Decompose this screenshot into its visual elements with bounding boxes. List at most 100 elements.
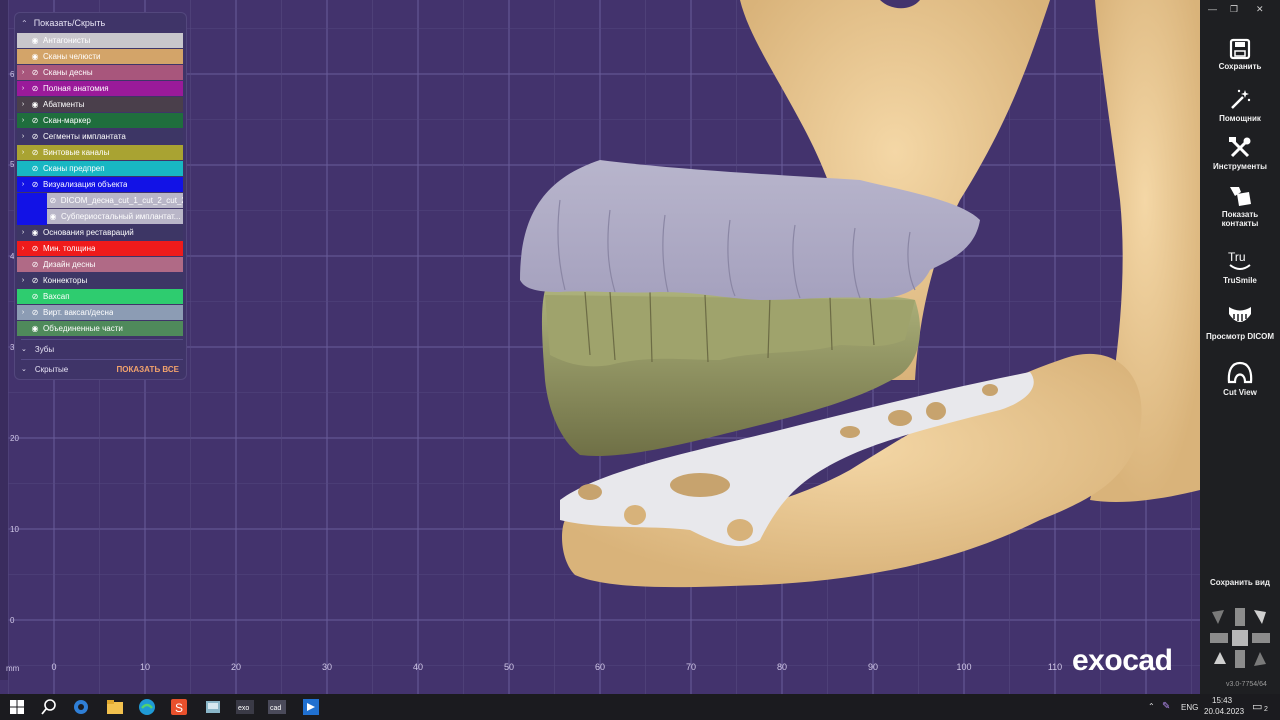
notifications-icon[interactable]: ▭ [1252, 700, 1262, 713]
expand-arrow-icon[interactable]: › [17, 117, 29, 124]
layer-row[interactable]: › ⊘ Мин. толщина [17, 241, 183, 256]
eye-hidden-icon[interactable]: ⊘ [29, 148, 41, 157]
eye-icon[interactable]: ◉ [29, 100, 41, 109]
search-icon[interactable] [40, 698, 58, 716]
layer-row[interactable]: › ⊘ Полная анатомия [17, 81, 183, 96]
y-tick: 10 [10, 525, 19, 534]
layer-label: Абатменты [43, 100, 85, 109]
trusmile-icon: Tru [1228, 250, 1251, 270]
expand-arrow-icon[interactable]: › [17, 101, 29, 108]
expand-arrow-icon[interactable]: › [17, 245, 29, 252]
expand-arrow-icon[interactable]: › [17, 85, 29, 92]
layer-row[interactable]: › ⊘ Сканы десны [17, 65, 183, 80]
panel-header[interactable]: ⌃ Показать/Скрыть [15, 13, 186, 33]
magic-wand-icon [1231, 89, 1251, 109]
eye-hidden-icon[interactable]: ⊘ [29, 84, 41, 93]
dicom-viewer-button[interactable]: Просмотр DICOM [1200, 304, 1280, 341]
expand-arrow-icon[interactable]: › [17, 181, 29, 188]
layer-label: Коннекторы [43, 276, 88, 285]
clock-date[interactable]: 20.04.2023 [1204, 707, 1244, 716]
language-indicator[interactable]: ENG [1181, 703, 1198, 712]
save-button[interactable]: Сохранить [1200, 38, 1280, 71]
tool-label: Инструменты [1212, 162, 1268, 171]
eye-icon[interactable]: ◉ [29, 36, 41, 45]
notification-count: 2 [1264, 706, 1268, 713]
eye-hidden-icon[interactable]: ⊘ [29, 308, 41, 317]
layer-label: Скан-маркер [43, 116, 91, 125]
show-contacts-button[interactable]: Показать контакты [1200, 184, 1280, 228]
dicom-icon [1229, 307, 1251, 322]
expand-arrow-icon[interactable]: › [17, 149, 29, 156]
right-toolbar: — ❐ ✕ Сохранить Помощник Инструменты Пок… [1200, 0, 1280, 694]
y-tick: 6 [10, 70, 15, 79]
eye-icon[interactable]: ◉ [29, 228, 41, 237]
eye-hidden-icon[interactable]: ⊘ [29, 260, 41, 269]
dental-cad-icon[interactable]: cad [268, 698, 286, 716]
layer-row[interactable]: › ⊘ Сегменты имплантата [17, 129, 183, 144]
layer-row[interactable]: › ⊘ Коннекторы [17, 273, 183, 288]
eye-hidden-icon[interactable]: ⊘ [29, 116, 41, 125]
eye-hidden-icon[interactable]: ⊘ [29, 164, 41, 173]
app-tile-icon[interactable] [204, 698, 222, 716]
chevron-down-icon: ⌄ [21, 366, 27, 373]
section-teeth[interactable]: ⌄ Зубы [21, 339, 183, 358]
layer-row[interactable]: ◉ Субпериостальный имплантат... [47, 209, 183, 224]
trusmile-button[interactable]: Tru TruSmile [1200, 248, 1280, 285]
layer-label: Сканы челюсти [43, 52, 101, 61]
cut-view-button[interactable]: Cut View [1200, 360, 1280, 397]
eye-hidden-icon[interactable]: ⊘ [29, 292, 41, 301]
show-all-button[interactable]: ПОКАЗАТЬ ВСЕ [117, 365, 179, 374]
layer-row[interactable]: › ⊘ Визуализация объекта [17, 177, 183, 192]
eye-hidden-icon[interactable]: ⊘ [29, 132, 41, 141]
view-cube-icon[interactable] [1208, 606, 1272, 670]
layer-row[interactable]: ◉ Объединенные части [17, 321, 183, 336]
eye-hidden-icon[interactable]: ⊘ [47, 196, 59, 205]
tools-button[interactable]: Инструменты [1200, 136, 1280, 171]
layer-row[interactable]: › ◉ Основания реставраций [17, 225, 183, 240]
version-label: v3.0-7754/64 [1226, 681, 1267, 688]
restore-icon[interactable]: ❐ [1230, 4, 1238, 15]
layer-label: DICOM_десна_cut_1_cut_2_cut_2 [60, 196, 183, 205]
eye-icon[interactable]: ◉ [47, 212, 59, 221]
edge-browser-icon[interactable] [138, 698, 156, 716]
expand-arrow-icon[interactable]: › [17, 277, 29, 284]
app-s-icon[interactable]: S [170, 698, 188, 716]
eye-icon[interactable]: ◉ [29, 52, 41, 61]
cortana-icon[interactable] [72, 698, 90, 716]
minimize-icon[interactable]: — [1208, 4, 1217, 14]
layer-row[interactable]: ⊘ Вахcап [17, 289, 183, 304]
expand-arrow-icon[interactable]: › [17, 133, 29, 140]
layer-row[interactable]: › ⊘ Скан-маркер [17, 113, 183, 128]
tool-label: Cut View [1223, 388, 1257, 397]
expand-arrow-icon[interactable]: › [17, 229, 29, 236]
eye-hidden-icon[interactable]: ⊘ [29, 276, 41, 285]
layer-row[interactable]: › ◉ Абатменты [17, 97, 183, 112]
expand-arrow-icon[interactable]: › [17, 69, 29, 76]
layer-row[interactable]: ⊘ DICOM_десна_cut_1_cut_2_cut_2 [47, 193, 183, 208]
eye-hidden-icon[interactable]: ⊘ [29, 68, 41, 77]
pen-icon[interactable]: ✎ [1162, 701, 1170, 712]
file-explorer-icon[interactable] [106, 698, 124, 716]
remote-desktop-icon[interactable] [302, 698, 320, 716]
close-icon[interactable]: ✕ [1256, 4, 1264, 15]
layer-row[interactable]: ⊘ Дизайн десны [17, 257, 183, 272]
layer-row[interactable]: › ⊘ Винтовые каналы [17, 145, 183, 160]
vertical-ruler [0, 0, 8, 680]
eye-icon[interactable]: ◉ [29, 324, 41, 333]
layer-row[interactable]: ⊘ Сканы предпреп [17, 161, 183, 176]
tray-expand-icon[interactable]: ⌃ [1148, 702, 1155, 711]
expand-arrow-icon[interactable]: › [17, 309, 29, 316]
save-view-label[interactable]: Сохранить вид [1200, 578, 1280, 587]
layer-row[interactable]: ◉ Сканы челюсти [17, 49, 183, 64]
exocad-app-icon[interactable]: exo [236, 698, 254, 716]
eye-hidden-icon[interactable]: ⊘ [29, 244, 41, 253]
layer-row[interactable]: ◉ Антагонисты [17, 33, 183, 48]
layer-row[interactable]: › ⊘ Вирт. вакcап/десна [17, 305, 183, 320]
clock-time[interactable]: 15:43 [1212, 696, 1232, 705]
eye-hidden-icon[interactable]: ⊘ [29, 180, 41, 189]
section-hidden[interactable]: ⌄ Скрытые ПОКАЗАТЬ ВСЕ [21, 359, 183, 378]
assistant-button[interactable]: Помощник [1200, 88, 1280, 123]
windows-start-icon[interactable] [8, 698, 26, 716]
layer-label: Антагонисты [43, 36, 91, 45]
group-indent-bar [17, 193, 47, 225]
